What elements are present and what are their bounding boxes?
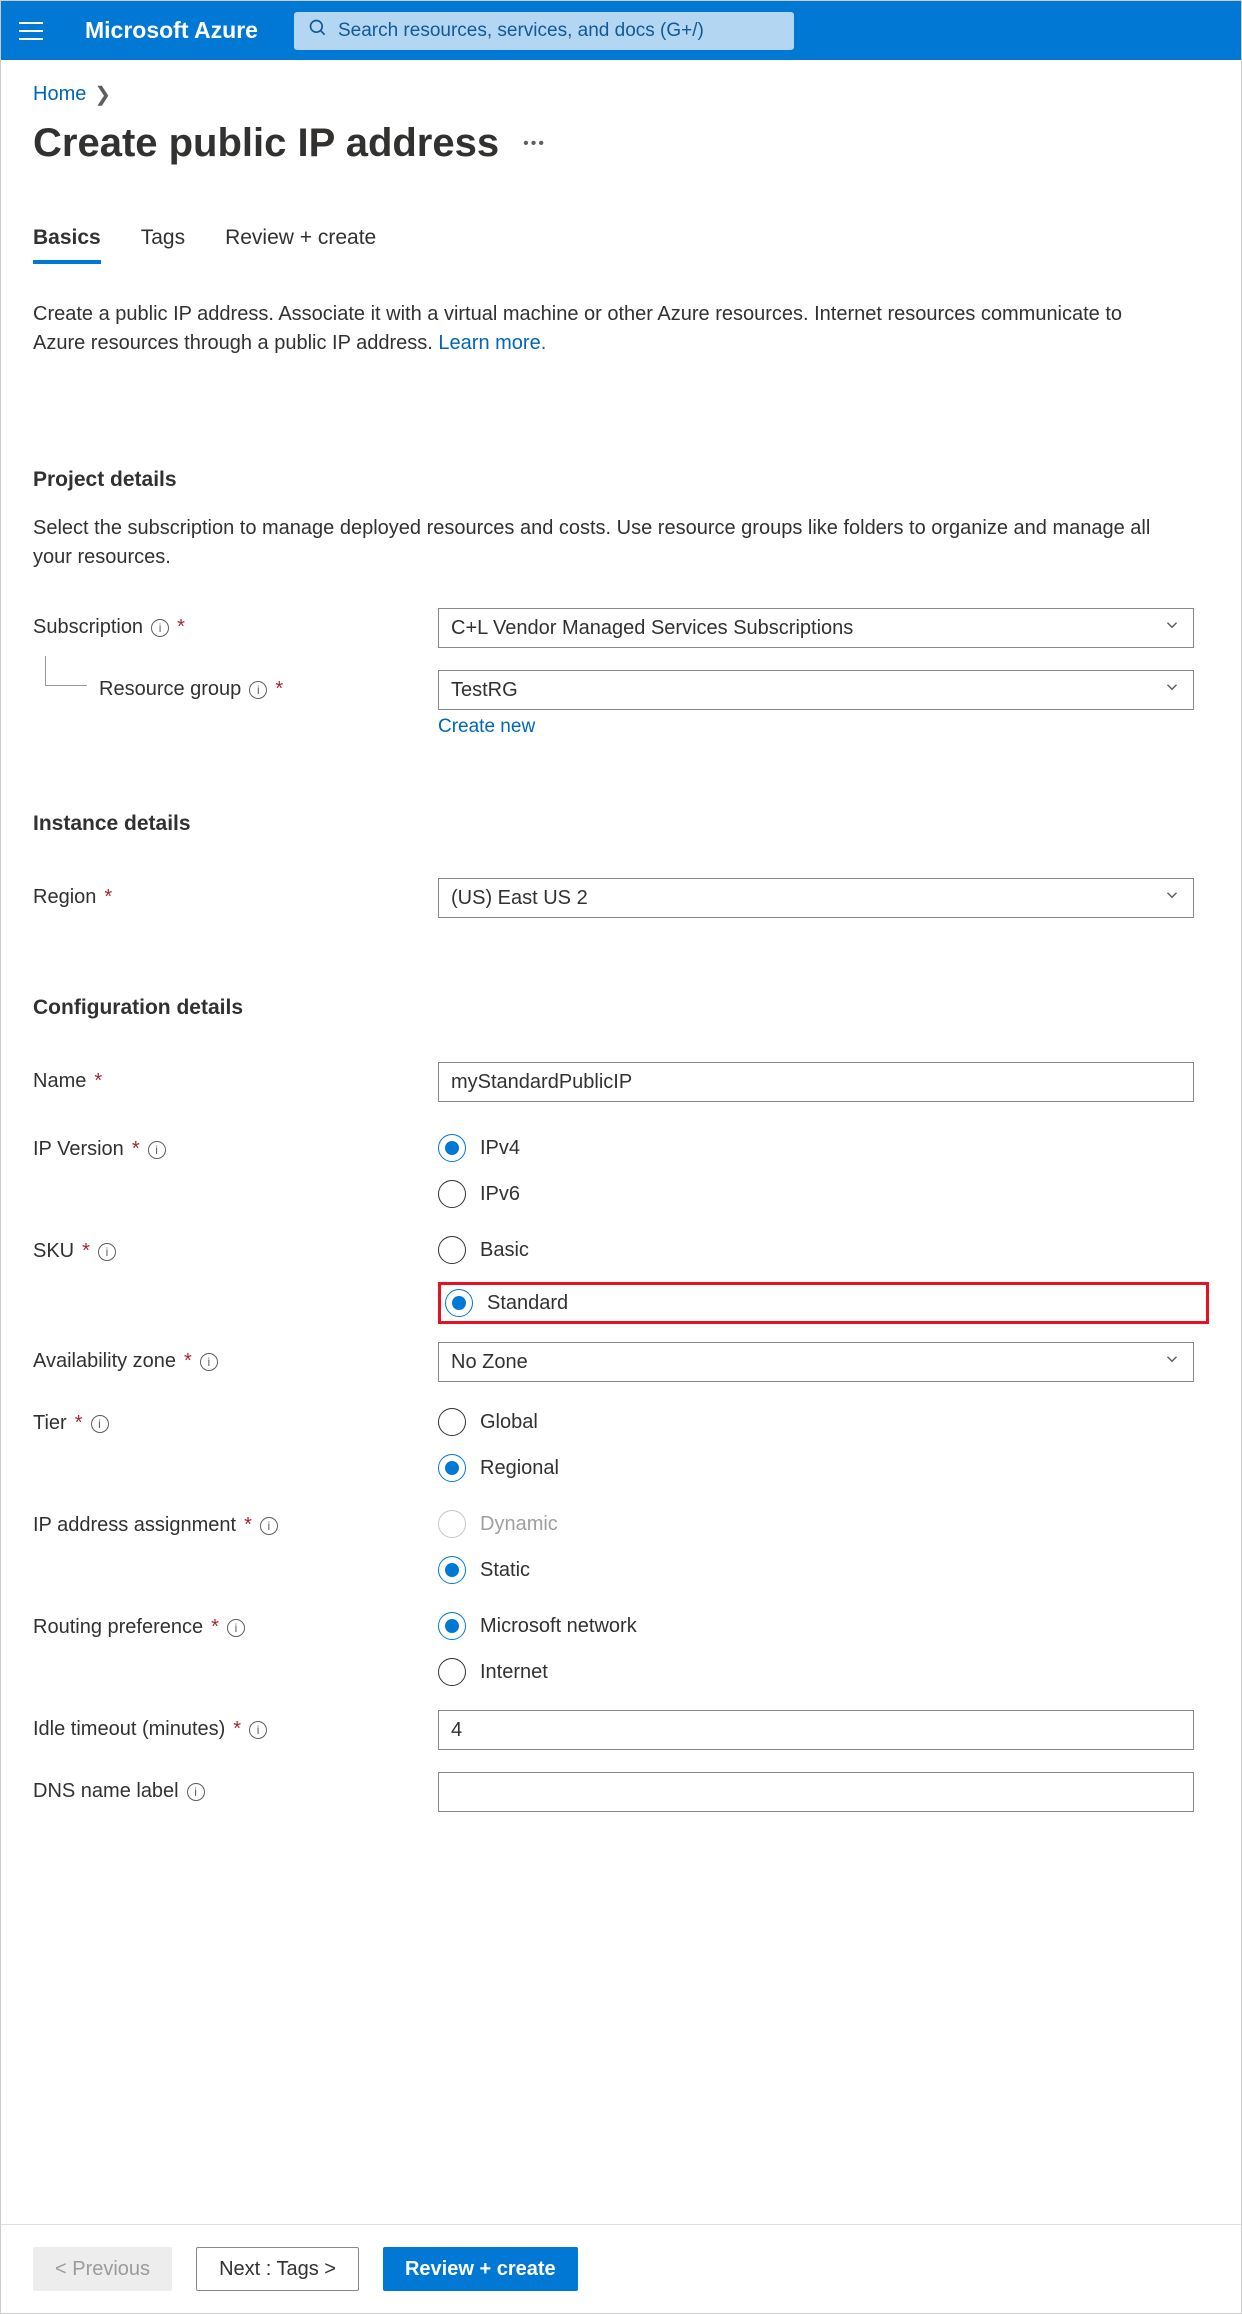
- chevron-right-icon: ❯: [94, 82, 111, 107]
- info-icon[interactable]: i: [91, 1415, 109, 1433]
- required-icon: *: [233, 1718, 241, 1741]
- idle-timeout-label: Idle timeout (minutes): [33, 1718, 225, 1741]
- previous-button[interactable]: < Previous: [33, 2247, 172, 2291]
- radio-assign-dynamic: Dynamic: [438, 1510, 1209, 1538]
- required-icon: *: [104, 886, 112, 909]
- required-icon: *: [275, 678, 283, 701]
- required-icon: *: [184, 1350, 192, 1373]
- radio-routing-internet[interactable]: Internet: [438, 1658, 1209, 1686]
- routing-preference-label: Routing preference: [33, 1616, 203, 1639]
- next-button[interactable]: Next : Tags >: [196, 2247, 359, 2291]
- hamburger-menu-icon[interactable]: [19, 16, 49, 46]
- required-icon: *: [75, 1412, 83, 1435]
- ip-version-label: IP Version: [33, 1138, 124, 1161]
- radio-assign-static[interactable]: Static: [438, 1556, 1209, 1584]
- tier-radio-group: Global Regional: [438, 1404, 1209, 1482]
- routing-radio-group: Microsoft network Internet: [438, 1608, 1209, 1686]
- tab-basics[interactable]: Basics: [33, 226, 101, 264]
- highlight-annotation: Standard: [438, 1282, 1209, 1324]
- availability-zone-label: Availability zone: [33, 1350, 176, 1373]
- chevron-down-icon: [1163, 1350, 1181, 1374]
- radio-tier-global[interactable]: Global: [438, 1408, 1209, 1436]
- brand-label[interactable]: Microsoft Azure: [85, 17, 258, 44]
- subscription-select[interactable]: C+L Vendor Managed Services Subscription…: [438, 608, 1194, 648]
- availability-zone-select[interactable]: No Zone: [438, 1342, 1194, 1382]
- name-label: Name: [33, 1070, 86, 1093]
- chevron-down-icon: [1163, 886, 1181, 910]
- tab-tags[interactable]: Tags: [141, 226, 185, 264]
- breadcrumb: Home ❯: [33, 82, 1209, 107]
- region-label: Region: [33, 886, 96, 909]
- required-icon: *: [94, 1070, 102, 1093]
- section-project-details-heading: Project details: [33, 468, 1209, 492]
- ip-version-radio-group: IPv4 IPv6: [438, 1130, 1209, 1208]
- global-search-input[interactable]: Search resources, services, and docs (G+…: [294, 12, 794, 50]
- info-icon[interactable]: i: [200, 1353, 218, 1371]
- info-icon[interactable]: i: [227, 1619, 245, 1637]
- breadcrumb-home[interactable]: Home: [33, 83, 86, 106]
- info-icon[interactable]: i: [249, 681, 267, 699]
- footer-actions: < Previous Next : Tags > Review + create: [1, 2224, 1241, 2313]
- radio-ipv6[interactable]: IPv6: [438, 1180, 1209, 1208]
- dns-name-label: DNS name label: [33, 1780, 179, 1803]
- radio-sku-standard[interactable]: Standard: [445, 1289, 568, 1317]
- section-config-details-heading: Configuration details: [33, 996, 1209, 1020]
- resource-group-label: Resource group: [99, 678, 241, 701]
- radio-routing-microsoft[interactable]: Microsoft network: [438, 1612, 1209, 1640]
- info-icon[interactable]: i: [151, 619, 169, 637]
- radio-sku-basic[interactable]: Basic: [438, 1236, 1209, 1264]
- info-icon[interactable]: i: [187, 1783, 205, 1801]
- required-icon: *: [177, 616, 185, 639]
- learn-more-link[interactable]: Learn more.: [438, 332, 546, 354]
- required-icon: *: [244, 1514, 252, 1537]
- sku-radio-group: Basic Standard: [438, 1232, 1209, 1324]
- tier-label: Tier: [33, 1412, 67, 1435]
- section-instance-details-heading: Instance details: [33, 812, 1209, 836]
- create-new-link[interactable]: Create new: [438, 716, 535, 738]
- chevron-down-icon: [1163, 616, 1181, 640]
- required-icon: *: [132, 1138, 140, 1161]
- required-icon: *: [211, 1616, 219, 1639]
- top-bar: Microsoft Azure Search resources, servic…: [1, 1, 1241, 60]
- name-input[interactable]: myStandardPublicIP: [438, 1062, 1194, 1102]
- tabs: Basics Tags Review + create: [33, 226, 1209, 264]
- review-create-button[interactable]: Review + create: [383, 2247, 578, 2291]
- info-icon[interactable]: i: [260, 1517, 278, 1535]
- radio-ipv4[interactable]: IPv4: [438, 1134, 1209, 1162]
- info-icon[interactable]: i: [249, 1721, 267, 1739]
- ip-assignment-label: IP address assignment: [33, 1514, 236, 1537]
- intro-text: Create a public IP address. Associate it…: [33, 300, 1163, 358]
- search-icon: [308, 18, 328, 44]
- chevron-down-icon: [1163, 678, 1181, 702]
- info-icon[interactable]: i: [148, 1141, 166, 1159]
- info-icon[interactable]: i: [98, 1243, 116, 1261]
- page-title: Create public IP address: [33, 121, 499, 166]
- resource-group-select[interactable]: TestRG: [438, 670, 1194, 710]
- region-select[interactable]: (US) East US 2: [438, 878, 1194, 918]
- dns-name-input[interactable]: [438, 1772, 1194, 1812]
- tree-line-icon: [45, 656, 87, 686]
- sku-label: SKU: [33, 1240, 74, 1263]
- search-placeholder: Search resources, services, and docs (G+…: [338, 20, 704, 42]
- ip-assignment-radio-group: Dynamic Static: [438, 1506, 1209, 1584]
- required-icon: *: [82, 1240, 90, 1263]
- subscription-label: Subscription: [33, 616, 143, 639]
- project-details-desc: Select the subscription to manage deploy…: [33, 514, 1183, 572]
- more-actions-icon[interactable]: •••: [523, 135, 546, 153]
- idle-timeout-input[interactable]: 4: [438, 1710, 1194, 1750]
- radio-tier-regional[interactable]: Regional: [438, 1454, 1209, 1482]
- tab-review-create[interactable]: Review + create: [225, 226, 376, 264]
